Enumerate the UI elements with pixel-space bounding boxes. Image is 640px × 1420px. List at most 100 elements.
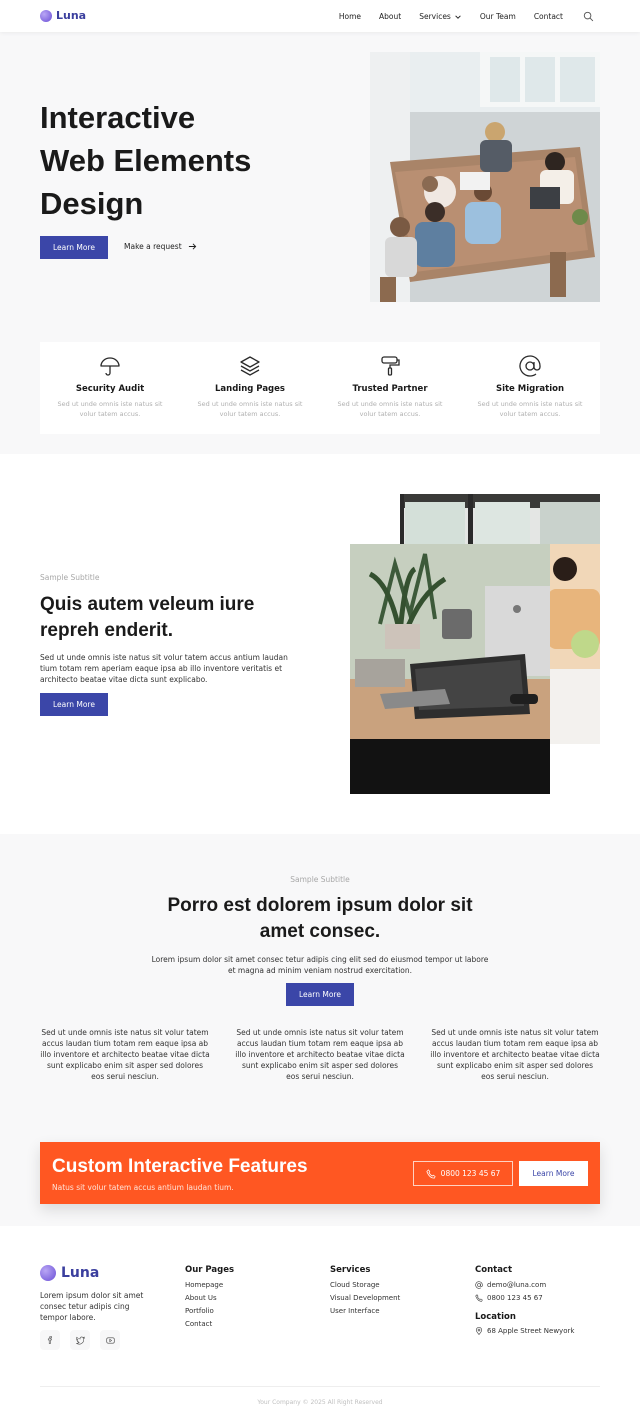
youtube-icon — [105, 1336, 115, 1344]
nav-item-our-team[interactable]: Our Team — [480, 11, 516, 22]
paint-roller-icon — [381, 356, 400, 376]
chevron-down-icon — [455, 14, 461, 19]
feature-trusted-partner: Trusted Partner Sed ut unde omnis iste n… — [320, 342, 460, 434]
nav-menu: Home About Services Our Team Contact — [339, 11, 594, 22]
feature-landing-pages: Landing Pages Sed ut unde omnis iste nat… — [180, 342, 320, 434]
feature-site-migration: Site Migration Sed ut unde omnis iste na… — [460, 342, 600, 434]
footer-about-line-2: consec tetur adipis cing — [40, 1302, 130, 1311]
footer-location-title: Location — [475, 1312, 516, 1322]
feature-title: Security Audit — [75, 384, 145, 394]
nav-item-services-label: Services — [419, 12, 451, 21]
hero-team-photo — [370, 52, 600, 302]
feature-security-audit: Security Audit Sed ut unde omnis iste na… — [40, 342, 180, 434]
section-subtitle: Sample Subtitle — [40, 573, 100, 582]
logo-icon — [40, 9, 52, 22]
umbrella-icon — [100, 357, 120, 376]
footer-logo-icon — [40, 1265, 56, 1281]
footer-link-visual-development[interactable]: Visual Development — [330, 1294, 400, 1302]
at-sign-icon — [519, 355, 541, 377]
section3-learn-more-button[interactable]: Learn More — [286, 983, 354, 1006]
nav-item-contact[interactable]: Contact — [534, 11, 563, 22]
nav-item-about[interactable]: About — [379, 11, 401, 22]
phone-icon — [426, 1168, 436, 1179]
section-title-line-2: repreh enderit. — [40, 620, 174, 641]
footer-phone-text: 0800 123 45 67 — [487, 1294, 543, 1302]
youtube-button[interactable] — [100, 1330, 120, 1350]
feature-text: Sed ut unde omnis iste natus sit volur t… — [197, 400, 303, 418]
cta-learn-more-button[interactable]: Learn More — [519, 1161, 588, 1186]
footer-link-contact[interactable]: Contact — [185, 1320, 234, 1328]
text-column: Sed ut unde omnis iste natus sit volur t… — [235, 1028, 405, 1081]
make-request-link[interactable]: Make a request — [124, 242, 197, 251]
text-columns: Sed ut unde omnis iste natus sit volur t… — [40, 1027, 600, 1082]
hero-photo-illustration — [370, 52, 600, 302]
section2-learn-more-button[interactable]: Learn More — [40, 693, 108, 716]
hero-title-line-2: Web Elements — [40, 143, 252, 178]
footer-link-cloud-storage[interactable]: Cloud Storage — [330, 1281, 400, 1289]
nav-item-home[interactable]: Home — [339, 11, 361, 22]
footer-link-about-us[interactable]: About Us — [185, 1294, 234, 1302]
footer-contact-title: Contact — [475, 1265, 513, 1275]
feature-title: Trusted Partner — [352, 384, 428, 394]
cta-banner: Custom Interactive Features Natus sit vo… — [40, 1142, 600, 1204]
footer-services: Services Cloud Storage Visual Developmen… — [330, 1265, 400, 1315]
feature-text: Sed ut unde omnis iste natus sit volur t… — [57, 400, 163, 418]
hero-learn-more-button[interactable]: Learn More — [40, 236, 108, 259]
footer-phone[interactable]: 0800 123 45 67 — [475, 1294, 574, 1302]
footer-address: 68 Apple Street Newyork — [475, 1327, 574, 1335]
make-request-label: Make a request — [124, 242, 182, 251]
feature-title: Landing Pages — [215, 384, 285, 394]
text-column: Sed ut unde omnis iste natus sit volur t… — [40, 1028, 210, 1081]
cta-subtitle: Natus sit volur tatem accus antium lauda… — [52, 1183, 234, 1192]
hero-title-line-1: Interactive — [40, 100, 196, 135]
footer-logo-text: Luna — [61, 1265, 100, 1281]
footer-about-line-3: tempor labore. — [40, 1313, 96, 1322]
features-card: Security Audit Sed ut unde omnis iste na… — [40, 342, 600, 434]
logo[interactable]: Luna — [40, 9, 86, 22]
twitter-button[interactable] — [70, 1330, 90, 1350]
section-title: Quis autem veleum iure repreh enderit. — [40, 592, 340, 644]
desk-laptop-photo — [350, 544, 550, 794]
feature-title: Site Migration — [495, 384, 565, 394]
map-pin-icon — [475, 1327, 483, 1335]
facebook-button[interactable] — [40, 1330, 60, 1350]
footer-email-text: demo@luna.com — [487, 1281, 547, 1289]
section3-body: Lorem ipsum dolor sit amet consec tetur … — [0, 954, 640, 976]
cta-phone-number: 0800 123 45 67 — [440, 1169, 501, 1178]
desk-laptop-illustration — [350, 544, 550, 794]
feature-text: Sed ut unde omnis iste natus sit volur t… — [477, 400, 583, 418]
hero-title: Interactive Web Elements Design — [40, 96, 320, 225]
footer-email[interactable]: demo@luna.com — [475, 1281, 574, 1289]
section3-body-line-2: et magna ad minim veniam nostrud exercit… — [227, 966, 413, 975]
footer-link-homepage[interactable]: Homepage — [185, 1281, 234, 1289]
cta-title: Custom Interactive Features — [52, 1156, 308, 1177]
footer-logo[interactable]: Luna — [40, 1265, 99, 1281]
search-icon[interactable] — [583, 11, 594, 22]
copyright-text: Your Company © 2025 All Right Reserved — [257, 1399, 383, 1406]
text-column: Sed ut unde omnis iste natus sit volur t… — [430, 1028, 600, 1081]
section3-body-line-1: Lorem ipsum dolor sit amet consec tetur … — [151, 955, 489, 964]
phone-icon — [475, 1294, 483, 1302]
section-title-line-1: Quis autem veleum iure — [40, 594, 255, 615]
section3-subtitle: Sample Subtitle — [290, 875, 350, 884]
footer-link-portfolio[interactable]: Portfolio — [185, 1307, 234, 1315]
nav-item-services[interactable]: Services — [419, 11, 462, 22]
layers-icon — [240, 356, 260, 376]
top-navbar: Luna Home About Services Our Team Contac… — [0, 0, 640, 32]
section3-title-line-1: Porro est dolorem ipsum dolor sit — [167, 895, 473, 916]
arrow-right-icon — [188, 243, 196, 250]
cta-phone-button[interactable]: 0800 123 45 67 — [413, 1161, 513, 1186]
section-body: Sed ut unde omnis iste natus sit volur t… — [40, 652, 330, 685]
feature-text: Sed ut unde omnis iste natus sit volur t… — [337, 400, 443, 418]
section3-title-line-2: amet consec. — [259, 921, 381, 942]
section3-title: Porro est dolorem ipsum dolor sit amet c… — [0, 893, 640, 945]
twitter-icon — [75, 1336, 85, 1344]
footer-contact: Contact demo@luna.com 0800 123 45 67 Loc… — [475, 1265, 574, 1335]
footer-services-title: Services — [330, 1265, 371, 1275]
section-body-line-2: tium totam rem aperiam eaque ipsa ab ill… — [40, 664, 283, 673]
footer-pages-title: Our Pages — [185, 1265, 235, 1275]
footer-about-line-1: Lorem ipsum dolor sit amet — [40, 1291, 144, 1300]
footer-link-user-interface[interactable]: User Interface — [330, 1307, 400, 1315]
footer-about-text: Lorem ipsum dolor sit amet consec tetur … — [40, 1290, 160, 1323]
at-sign-icon — [475, 1281, 483, 1289]
